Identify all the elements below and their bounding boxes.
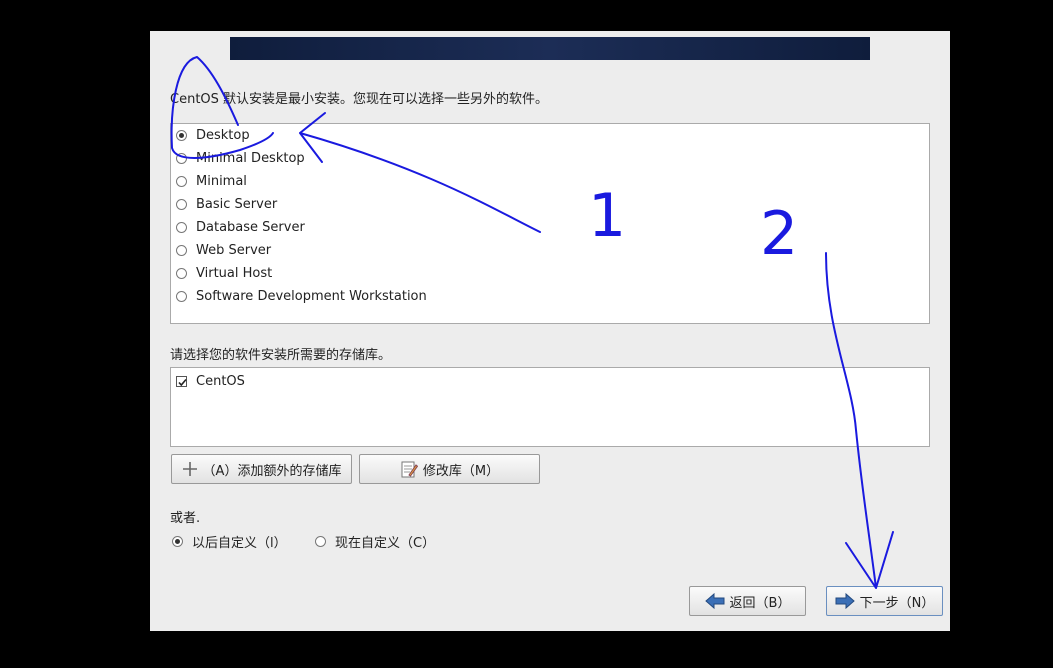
env-option-virtual-host[interactable]: Virtual Host xyxy=(176,263,272,283)
radio-selected-icon[interactable] xyxy=(172,535,183,547)
env-option-minimal[interactable]: Minimal xyxy=(176,171,247,191)
next-button[interactable]: 下一步（N） xyxy=(826,586,943,616)
env-label: Desktop xyxy=(196,127,250,143)
customize-later-label: 以后自定义（l） xyxy=(192,535,287,551)
repo-label-text: CentOS xyxy=(196,373,245,389)
modify-repo-label: 修改库（M） xyxy=(422,463,500,479)
customize-later-option[interactable]: 以后自定义（l） xyxy=(172,531,287,551)
repo-label: 请选择您的软件安装所需要的存储库。 xyxy=(170,348,392,363)
radio-icon[interactable] xyxy=(176,198,187,210)
env-label: Minimal Desktop xyxy=(196,150,305,166)
back-label: 返回（B） xyxy=(729,595,791,611)
env-label: Software Development Workstation xyxy=(196,288,427,304)
arrow-right-icon xyxy=(835,593,855,609)
add-repo-label: （A）添加额外的存储库 xyxy=(202,463,342,479)
repo-list: CentOS xyxy=(170,367,930,447)
installer-window: CentOS 默认安装是最小安装。您现在可以选择一些另外的软件。 Desktop… xyxy=(150,31,950,631)
radio-icon[interactable] xyxy=(176,244,187,256)
env-label: Virtual Host xyxy=(196,265,273,281)
repo-item-centos[interactable]: CentOS xyxy=(176,372,245,390)
env-option-minimal-desktop[interactable]: Minimal Desktop xyxy=(176,148,305,168)
env-option-web-server[interactable]: Web Server xyxy=(176,240,271,260)
env-label: Basic Server xyxy=(196,196,278,212)
env-label: Minimal xyxy=(196,173,247,189)
checkbox-checked-icon[interactable] xyxy=(176,375,187,387)
radio-icon[interactable] xyxy=(176,267,187,279)
back-button[interactable]: 返回（B） xyxy=(689,586,806,616)
radio-icon[interactable] xyxy=(176,152,187,164)
or-label: 或者. xyxy=(170,511,201,526)
env-option-database-server[interactable]: Database Server xyxy=(176,217,305,237)
radio-icon[interactable] xyxy=(176,290,187,302)
env-option-desktop[interactable]: Desktop xyxy=(176,125,250,145)
radio-icon[interactable] xyxy=(176,221,187,233)
intro-text: CentOS 默认安装是最小安装。您现在可以选择一些另外的软件。 xyxy=(170,92,549,107)
customize-now-option[interactable]: 现在自定义（C） xyxy=(315,531,435,551)
env-label: Database Server xyxy=(196,219,305,235)
radio-selected-icon[interactable] xyxy=(176,129,187,141)
env-option-software-dev-workstation[interactable]: Software Development Workstation xyxy=(176,286,427,306)
plus-icon xyxy=(182,461,198,477)
customize-now-label: 现在自定义（C） xyxy=(335,535,436,551)
env-option-basic-server[interactable]: Basic Server xyxy=(176,194,277,214)
add-repo-button[interactable]: （A）添加额外的存储库 xyxy=(171,454,352,484)
arrow-left-icon xyxy=(704,593,725,609)
header-banner xyxy=(230,37,870,60)
environment-list: Desktop Minimal Desktop Minimal Basic Se… xyxy=(170,123,930,324)
modify-repo-button[interactable]: 修改库（M） xyxy=(359,454,540,484)
radio-icon[interactable] xyxy=(315,535,326,547)
env-label: Web Server xyxy=(196,242,272,258)
next-label: 下一步（N） xyxy=(859,595,935,611)
radio-icon[interactable] xyxy=(176,175,187,187)
edit-document-icon xyxy=(400,460,418,478)
